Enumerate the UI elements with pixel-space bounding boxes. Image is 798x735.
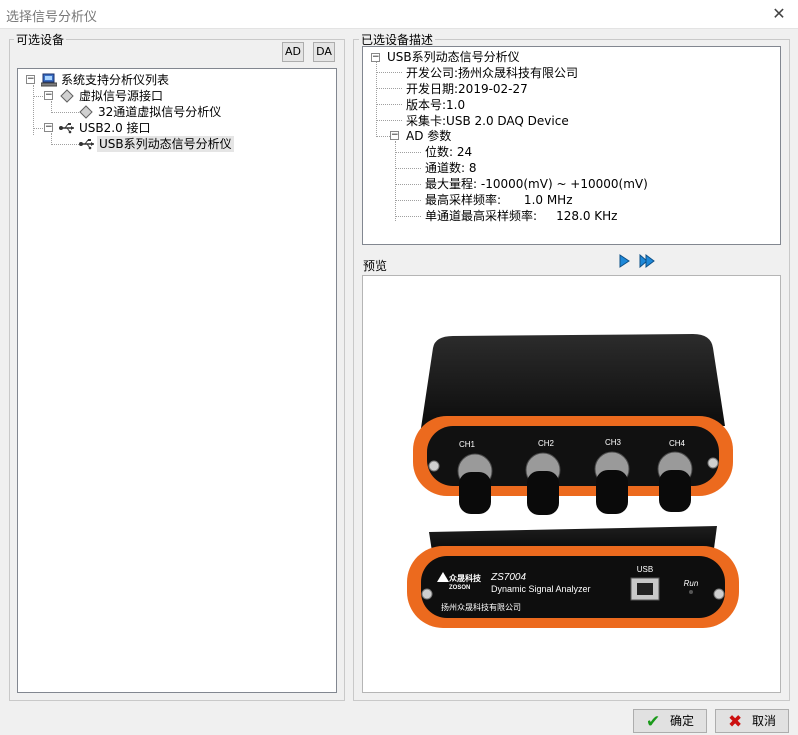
- preview-label: 预览: [363, 259, 388, 273]
- run-text: Run: [684, 579, 699, 588]
- ch2-label: CH2: [538, 439, 555, 448]
- close-icon[interactable]: ✕: [768, 4, 790, 24]
- check-icon: ✔: [646, 712, 661, 732]
- window-title: 选择信号分析仪: [6, 10, 98, 25]
- next-arrow-icon[interactable]: [617, 254, 631, 268]
- ok-button[interactable]: ✔ 确定: [633, 709, 707, 733]
- bnc-connector-1: [457, 453, 493, 514]
- desc-bits: 位数: 24: [425, 145, 473, 159]
- tree-root[interactable]: 系统支持分析仪列表: [61, 72, 169, 88]
- ch3-label: CH3: [605, 438, 622, 447]
- usb-icon: [79, 139, 94, 150]
- device-tree[interactable]: − 系统支持分析仪列表 − 虚拟信号源接口 32通道虚拟信号分析仪 − USB2…: [17, 68, 337, 693]
- ch1-label: CH1: [459, 440, 476, 449]
- desc-max-rate: 最高采样频率: 1.0 MHz: [425, 193, 573, 207]
- usb-icon: [59, 123, 74, 134]
- desc-ad-group: AD 参数: [406, 129, 452, 143]
- tree-usb-group[interactable]: USB2.0 接口: [79, 120, 151, 136]
- usb-group-expander[interactable]: −: [44, 123, 53, 132]
- desc-range: 最大量程: -10000(mV) ~ +10000(mV): [425, 177, 648, 191]
- product-text: Dynamic Signal Analyzer: [491, 584, 591, 594]
- preview-box: CH1 CH2 CH3 CH4 众晟科技 ZOSON ZS7004 Dynami…: [362, 275, 781, 693]
- available-devices-label: 可选设备: [14, 31, 67, 48]
- bnc-connector-3: [594, 451, 630, 514]
- brand-cn: 众晟科技: [449, 573, 482, 583]
- desc-card: 采集卡:USB 2.0 DAQ Device: [406, 114, 569, 128]
- cross-icon: ✖: [728, 712, 743, 732]
- desc-version: 版本号:1.0: [406, 98, 466, 112]
- desc-root-expander[interactable]: −: [371, 53, 380, 62]
- brand-en: ZOSON: [449, 585, 470, 591]
- desc-single-rate: 单通道最高采样频率: 128.0 KHz: [425, 209, 618, 223]
- title-bar: 选择信号分析仪 ✕: [0, 0, 798, 29]
- desc-root: USB系列动态信号分析仪: [387, 50, 520, 64]
- last-arrow-icon[interactable]: [639, 254, 655, 268]
- ad-group-expander[interactable]: −: [390, 131, 399, 140]
- diamond-icon: [79, 105, 93, 119]
- device-photo: CH1 CH2 CH3 CH4 众晟科技 ZOSON ZS7004 Dynami…: [407, 334, 739, 628]
- desc-channels: 通道数: 8: [425, 161, 477, 175]
- diamond-icon: [60, 89, 74, 103]
- desc-date: 开发日期:2019-02-27: [406, 82, 528, 96]
- bnc-connector-4: [657, 451, 693, 512]
- ad-button[interactable]: AD: [282, 42, 304, 62]
- usb-text: USB: [637, 565, 653, 574]
- desc-company: 开发公司:扬州众晟科技有限公司: [406, 66, 579, 80]
- tree-usb-item[interactable]: USB系列动态信号分析仪: [97, 136, 234, 152]
- root-expander[interactable]: −: [26, 75, 35, 84]
- tree-virtual-group[interactable]: 虚拟信号源接口: [79, 88, 163, 104]
- model-text: ZS7004: [490, 572, 526, 583]
- virtual-group-expander[interactable]: −: [44, 91, 53, 100]
- tree-virtual-item[interactable]: 32通道虚拟信号分析仪: [98, 104, 221, 120]
- da-button[interactable]: DA: [313, 42, 335, 62]
- ch4-label: CH4: [669, 439, 686, 448]
- device-description-tree[interactable]: − USB系列动态信号分析仪 开发公司:扬州众晟科技有限公司 开发日期:2019…: [362, 46, 781, 245]
- computer-icon: [41, 73, 57, 87]
- cancel-button[interactable]: ✖ 取消: [715, 709, 789, 733]
- company-text: 扬州众晟科技有限公司: [441, 602, 521, 612]
- bnc-connector-2: [525, 452, 561, 515]
